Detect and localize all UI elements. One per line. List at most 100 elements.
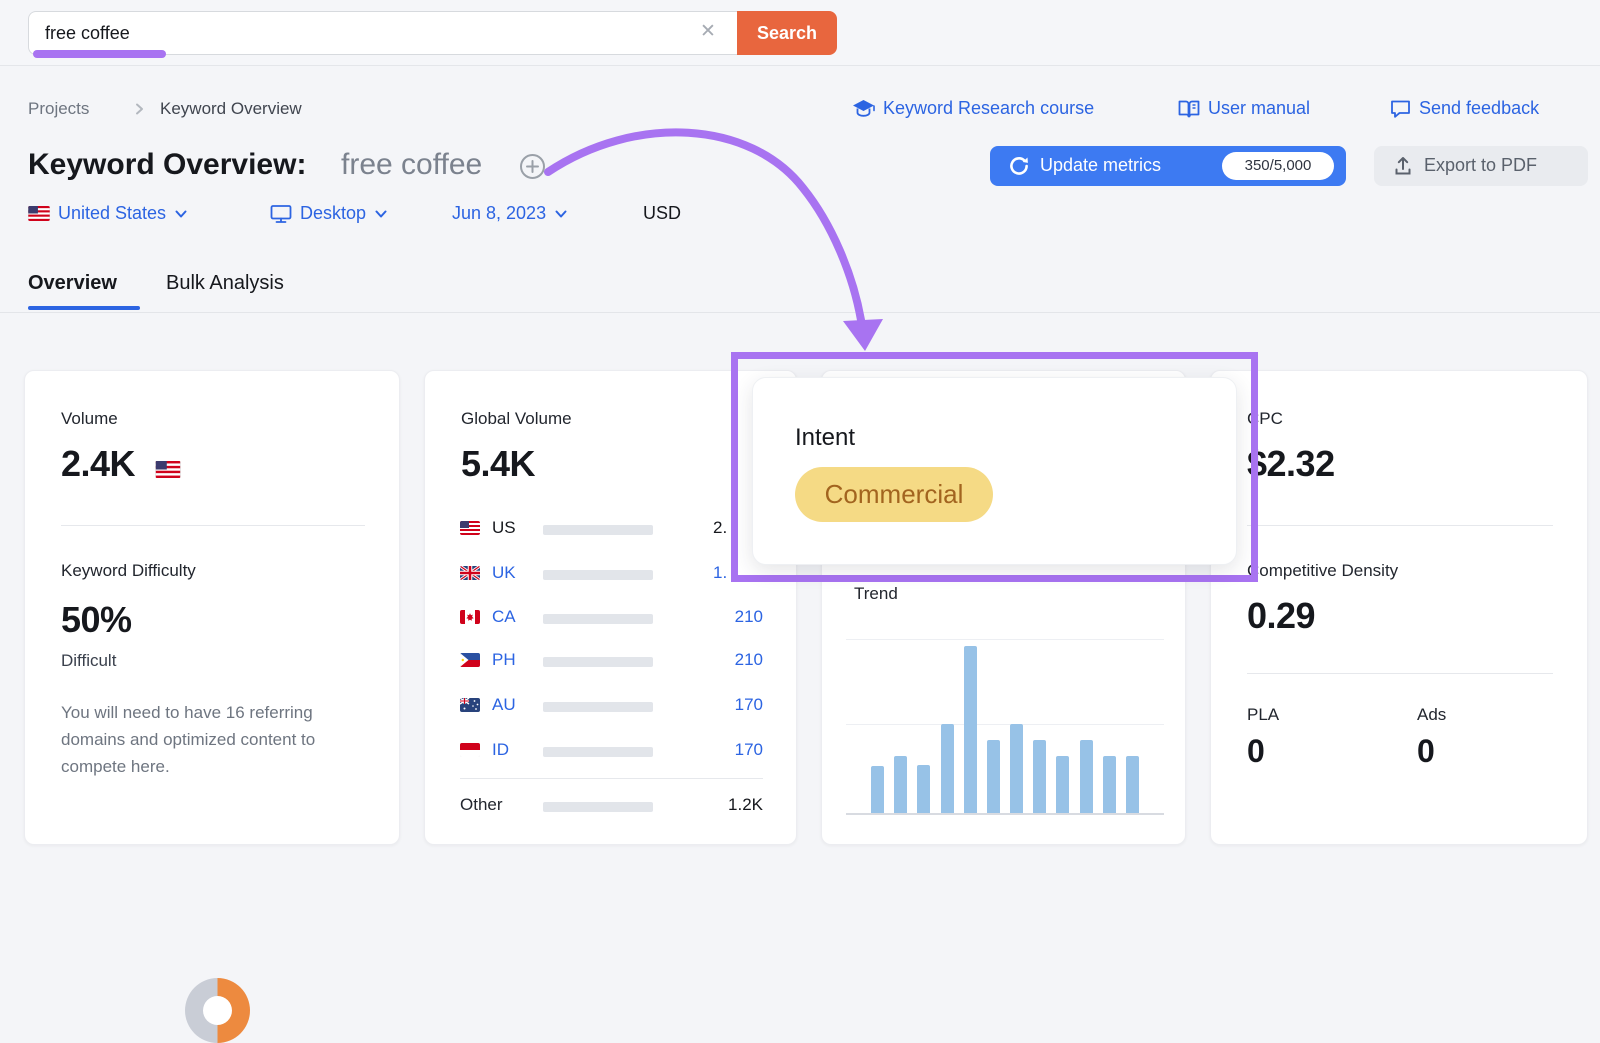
volume-bar — [543, 570, 653, 580]
pla-value: 0 — [1247, 733, 1265, 770]
breadcrumb-projects[interactable]: Projects — [28, 99, 89, 119]
indonesia-flag-icon — [460, 743, 480, 757]
pla-label: PLA — [1247, 705, 1279, 725]
export-to-pdf-label: Export to PDF — [1424, 155, 1537, 176]
clear-search-icon[interactable]: ✕ — [700, 22, 716, 41]
volume-bar — [543, 525, 653, 535]
country-code[interactable]: CA — [492, 607, 516, 627]
intent-callout-card: Intent Commercial — [752, 377, 1237, 565]
volume-difficulty-card: Volume 2.4K Keyword Difficulty 50% Diffi… — [24, 370, 400, 845]
x-axis — [846, 813, 1164, 815]
trend-bar — [871, 766, 884, 813]
quota-badge: 350/5,000 — [1222, 152, 1334, 180]
volume-title: Volume — [61, 409, 118, 429]
canada-flag-icon — [460, 610, 480, 624]
chevron-down-icon — [374, 207, 388, 221]
tabs-divider — [0, 312, 1600, 313]
add-keyword-icon[interactable] — [519, 153, 546, 180]
trend-bar — [1080, 740, 1093, 813]
trend-bar — [941, 724, 954, 813]
refresh-icon — [1008, 155, 1030, 177]
country-code[interactable]: AU — [492, 695, 516, 715]
trend-bar — [1126, 756, 1139, 813]
other-divider — [460, 778, 763, 779]
difficulty-donut-chart — [185, 978, 250, 1043]
global-volume-row-ca: CA 210 — [460, 605, 763, 633]
volume-value: 2.4K — [61, 443, 135, 485]
date-filter-label: Jun 8, 2023 — [452, 203, 546, 224]
tab-bulk-analysis[interactable]: Bulk Analysis — [166, 272, 284, 295]
country-code[interactable]: UK — [492, 563, 516, 583]
difficulty-qualifier: Difficult — [61, 651, 116, 671]
volume-bar — [543, 802, 653, 812]
intent-commercial-badge: Commercial — [795, 467, 993, 522]
global-volume-row-id: ID 170 — [460, 738, 763, 766]
competitive-density-title: Competitive Density — [1247, 561, 1398, 581]
page-title: Keyword Overview: — [28, 148, 306, 182]
export-icon — [1392, 155, 1414, 177]
cpc-value: $2.32 — [1247, 443, 1335, 485]
country-volume-value[interactable]: 170 — [735, 695, 763, 715]
us-flag-icon — [28, 206, 50, 221]
trend-bar — [964, 646, 977, 813]
active-tab-indicator — [28, 306, 140, 310]
global-volume-row-au: AU 170 — [460, 693, 763, 721]
country-volume-value[interactable]: 170 — [735, 740, 763, 760]
trend-bar — [1033, 740, 1046, 813]
other-volume-value: 1.2K — [728, 795, 763, 815]
ads-value: 0 — [1417, 733, 1435, 770]
search-button[interactable]: Search — [737, 11, 837, 55]
difficulty-description: You will need to have 16 referring domai… — [61, 699, 363, 780]
keyword-research-course-link[interactable]: Keyword Research course — [852, 98, 1094, 119]
purple-arrow-annotation — [500, 100, 920, 370]
update-metrics-label: Update metrics — [1040, 155, 1161, 176]
send-feedback-label: Send feedback — [1419, 98, 1539, 119]
country-volume-value[interactable]: 1. — [713, 563, 727, 583]
country-volume-value: 2. — [713, 518, 727, 538]
update-metrics-button[interactable]: Update metrics 350/5,000 — [990, 146, 1346, 186]
card-divider — [1247, 673, 1553, 674]
global-volume-title: Global Volume — [461, 409, 572, 429]
intent-title: Intent — [795, 424, 855, 452]
global-volume-row-uk: UK 1. — [460, 561, 763, 589]
us-flag-icon — [155, 461, 181, 478]
tab-overview[interactable]: Overview — [28, 272, 117, 295]
device-filter-dropdown[interactable]: Desktop — [270, 203, 388, 224]
keyword-difficulty-title: Keyword Difficulty — [61, 561, 196, 581]
country-volume-value[interactable]: 210 — [735, 607, 763, 627]
search-input[interactable] — [28, 11, 737, 55]
australia-flag-icon — [460, 698, 480, 712]
chevron-down-icon — [554, 207, 568, 221]
cpc-card: CPC $2.32 Competitive Density 0.29 PLA 0… — [1210, 370, 1588, 845]
trend-bar — [917, 765, 930, 813]
trend-bar — [1103, 756, 1116, 813]
volume-bar — [543, 657, 653, 667]
send-feedback-link[interactable]: Send feedback — [1390, 98, 1539, 119]
country-code[interactable]: ID — [492, 740, 509, 760]
user-manual-link[interactable]: User manual — [1178, 98, 1310, 119]
trend-bar-chart — [846, 631, 1164, 815]
export-to-pdf-button[interactable]: Export to PDF — [1374, 146, 1588, 186]
country-volume-value[interactable]: 210 — [735, 650, 763, 670]
purple-underline-annotation — [33, 50, 166, 58]
keyword-research-course-label: Keyword Research course — [883, 98, 1094, 119]
volume-bar — [543, 614, 653, 624]
volume-bar — [543, 702, 653, 712]
top-search-bar: ✕ Search — [0, 0, 1600, 66]
trend-title: Trend — [854, 584, 898, 604]
page-title-keyword: free coffee — [341, 148, 482, 182]
trend-bar — [987, 740, 1000, 813]
volume-bar — [543, 747, 653, 757]
uk-flag-icon — [460, 566, 480, 580]
card-divider — [1247, 525, 1553, 526]
device-filter-label: Desktop — [300, 203, 366, 224]
country-filter-dropdown[interactable]: United States — [28, 203, 188, 224]
breadcrumb-keyword-overview: Keyword Overview — [160, 99, 302, 119]
date-filter-dropdown[interactable]: Jun 8, 2023 — [452, 203, 568, 224]
chevron-down-icon — [174, 207, 188, 221]
desktop-icon — [270, 204, 292, 224]
country-code[interactable]: PH — [492, 650, 516, 670]
country-code[interactable]: US — [492, 518, 516, 538]
other-label: Other — [460, 795, 503, 815]
speech-bubble-icon — [1390, 99, 1411, 119]
